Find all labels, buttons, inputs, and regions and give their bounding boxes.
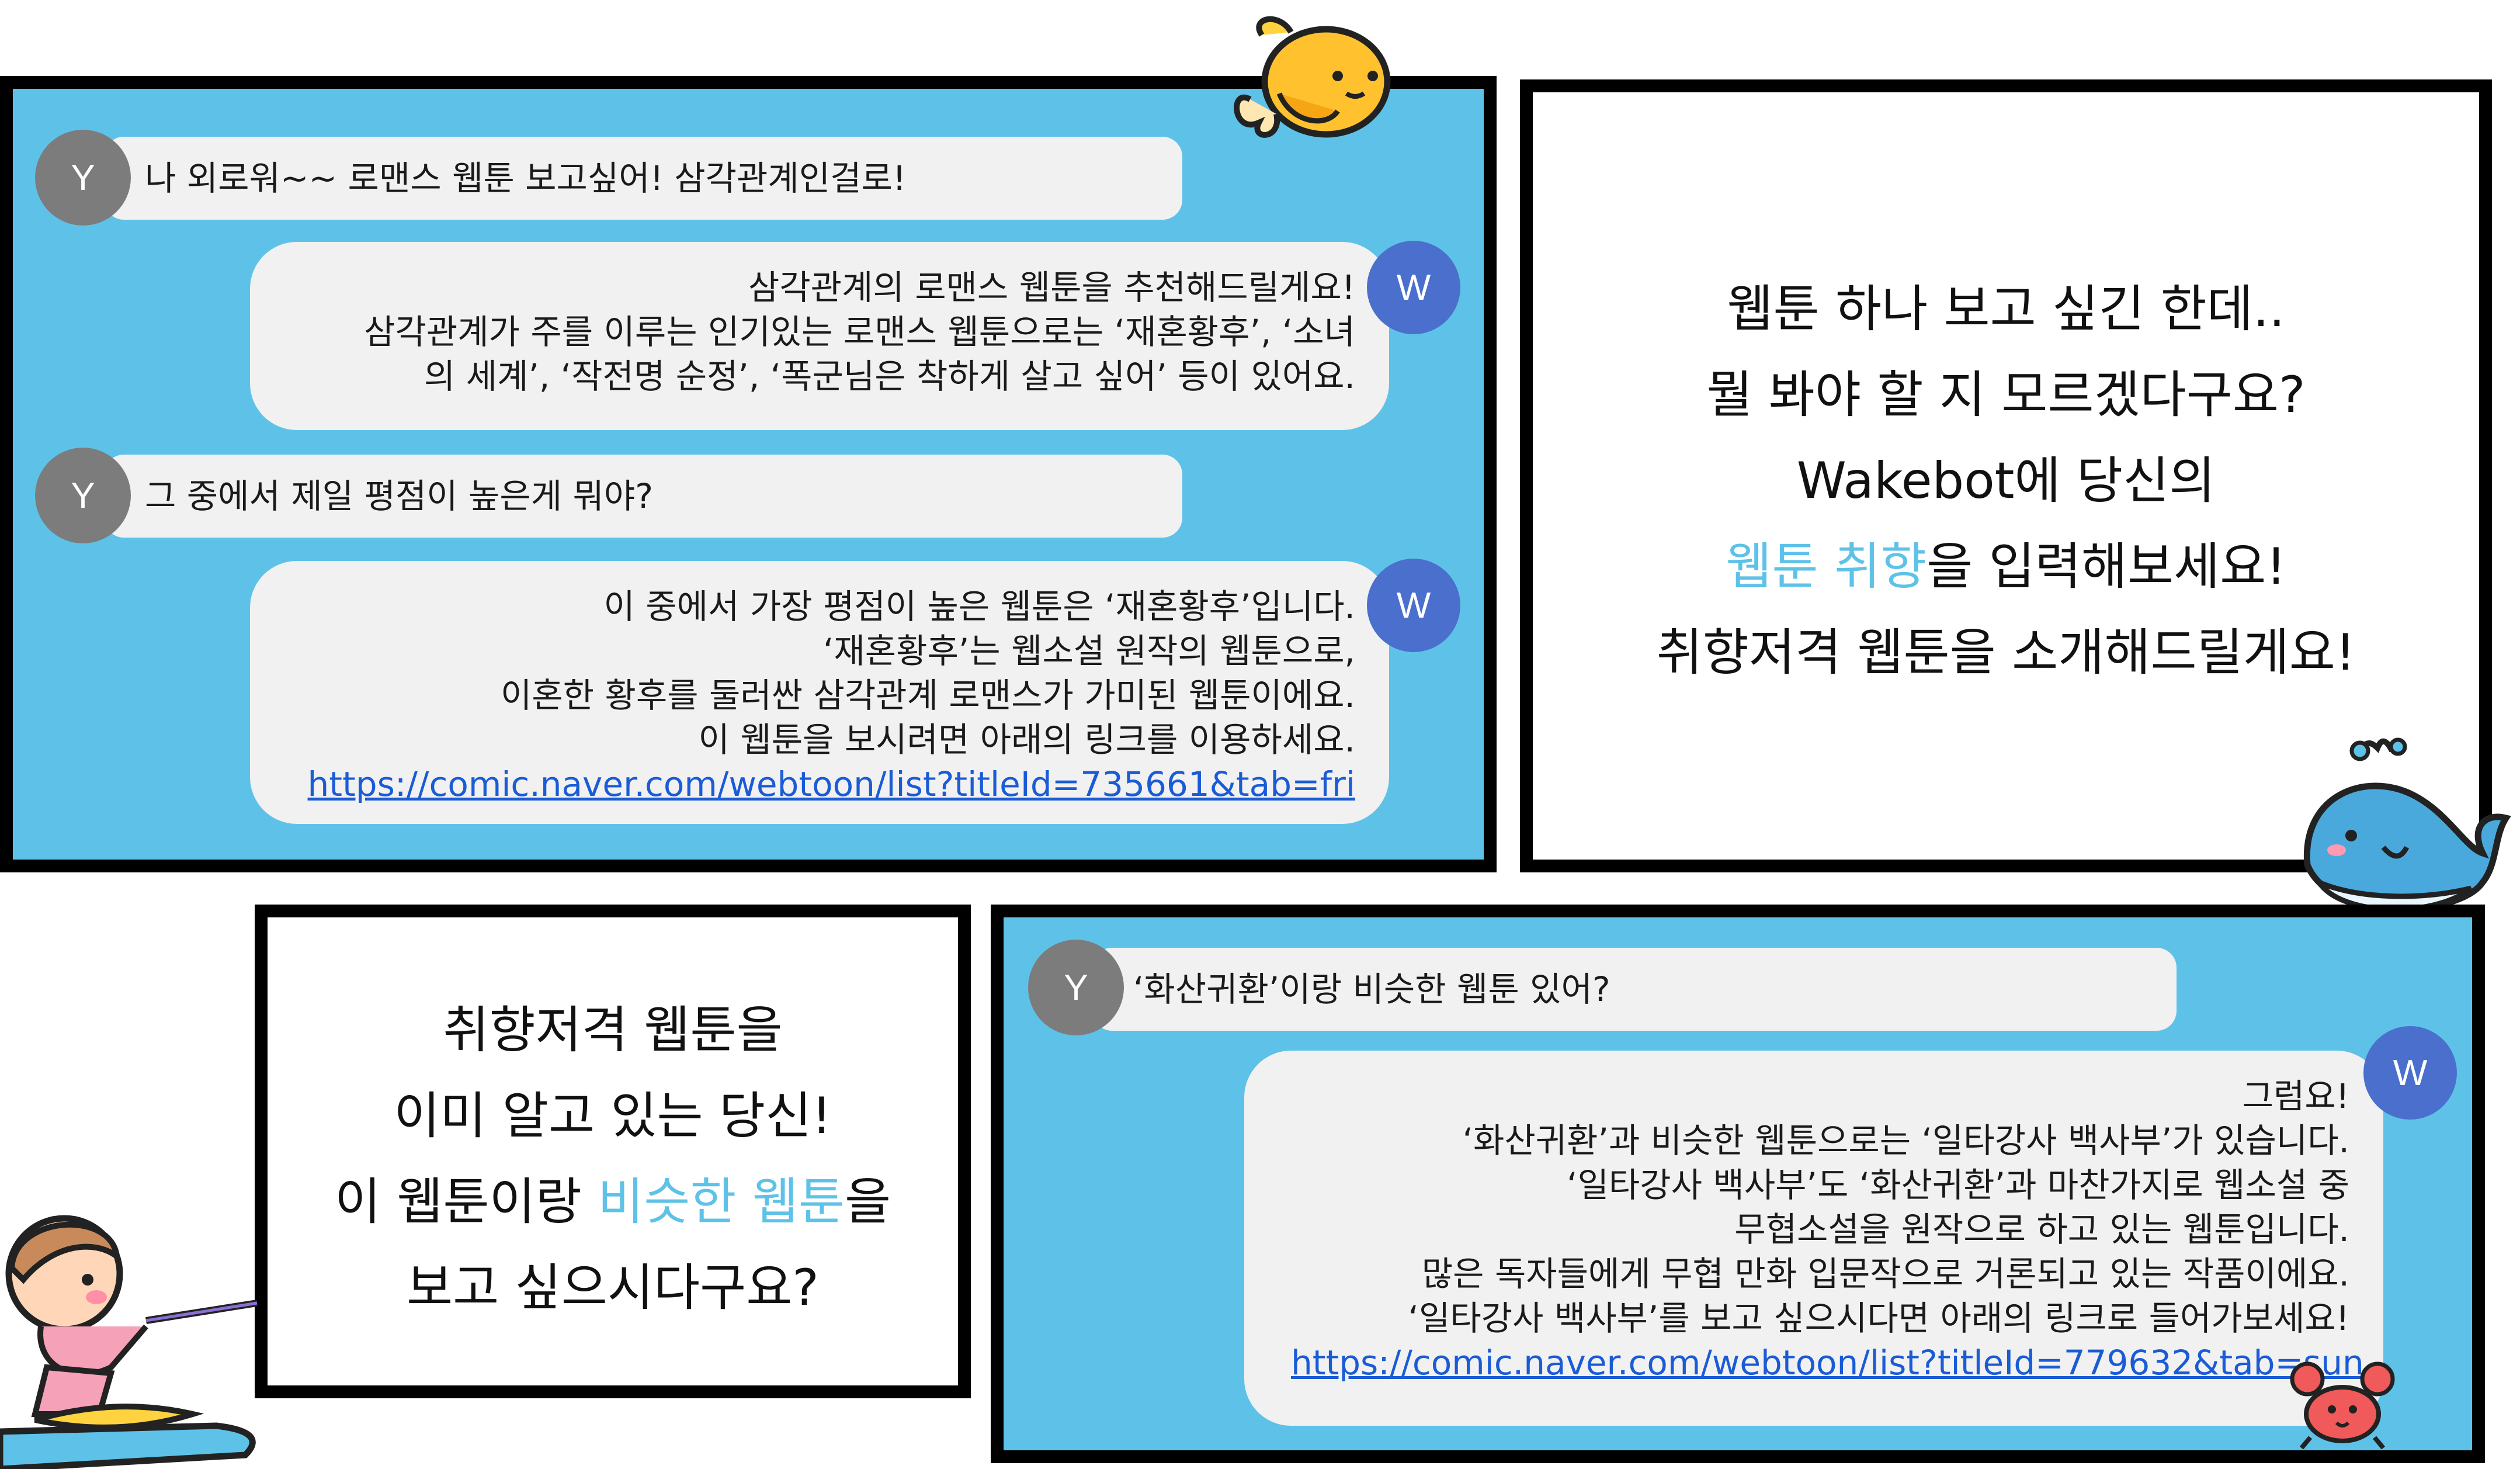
bot-reply-1-line: 삼각관계가 주를 이루는 인기있는 로맨스 웹툰으로는 ‘재혼황후’, ‘소녀 — [364, 312, 1355, 352]
promo-line: 취향저격 웹툰을 — [443, 1001, 783, 1059]
bot-reply-2-line: ‘재혼황후’는 웹소설 원작의 웹툰으로, — [822, 631, 1355, 671]
webtoon-link-2[interactable]: https://comic.naver.com/webtoon/list?tit… — [1291, 1340, 2364, 1385]
crab-sticker — [2290, 1361, 2395, 1449]
bot-avatar: W — [2363, 1026, 2457, 1120]
bot-avatar: W — [1367, 241, 1460, 334]
webtoon-link-1[interactable]: https://comic.naver.com/webtoon/list?tit… — [297, 762, 1355, 806]
bot-reply-3-line: ‘일타강사 백사부’도 ‘화산귀환’과 마찬가지로 웹소설 중 — [1567, 1165, 2349, 1205]
bot-reply-1: 삼각관계의 로맨스 웹툰을 추천해드릴게요! 삼각관계가 주를 이루는 인기있는… — [250, 242, 1389, 430]
bot-reply-3-line: 많은 독자들에게 무협 만화 입문작으로 거론되고 있는 작품이에요. — [1421, 1254, 2349, 1294]
bot-reply-3-line: 무협소설을 원작으로 하고 있는 웹툰입니다. — [1734, 1210, 2349, 1249]
promo-line: 뭘 봐야 할 지 모르겠다구요? — [1706, 366, 2306, 424]
bot-reply-2-line: 이혼한 황후를 둘러싼 삼각관계 로맨스가 가미된 웹툰이에요. — [500, 675, 1355, 715]
promo-highlight: 웹툰 취향 — [1726, 538, 1927, 596]
promo-line: 이 웹툰이랑 비슷한 웹툰을 — [268, 1159, 958, 1245]
promo-line-rest: 을 입력해보세요! — [1927, 538, 2286, 596]
promo-line: 이미 알고 있는 당신! — [394, 1087, 832, 1145]
user-message-2-text: 그 중에서 제일 평점이 높은게 뭐야? — [145, 476, 654, 516]
promo-line: Wakebot에 당신의 — [1796, 452, 2216, 510]
user-message-3: ‘화산귀환’이랑 비슷한 웹툰 있어? — [1092, 948, 2177, 1031]
promo-line: 보고 싶으시다구요? — [407, 1259, 819, 1317]
user-avatar: Y — [35, 130, 131, 226]
bot-avatar: W — [1367, 559, 1460, 652]
bot-reply-3-line: 그럼요! — [2242, 1076, 2349, 1116]
promo-line-post: 을 — [845, 1173, 891, 1231]
promo-line: 취향저격 웹툰을 소개해드릴게요! — [1656, 623, 2356, 682]
bot-reply-1-line: 삼각관계의 로맨스 웹툰을 추천해드릴게요! — [748, 268, 1355, 307]
water-skier-sticker — [0, 1215, 258, 1469]
bot-reply-2: 이 중에서 가장 평점이 높은 웹툰은 ‘재혼황후’입니다. ‘재혼황후’는 웹… — [250, 561, 1389, 824]
promo-line: 웹툰 취향을 입력해보세요! — [1533, 524, 2479, 610]
fish-sticker — [1234, 16, 1391, 138]
user-avatar: Y — [35, 448, 131, 543]
promo-highlight: 비슷한 웹툰 — [598, 1173, 845, 1231]
bot-reply-3: 그럼요! ‘화산귀환’과 비슷한 웹툰으로는 ‘일타강사 백사부’가 있습니다.… — [1244, 1051, 2383, 1426]
bot-reply-3-line: ‘화산귀환’과 비슷한 웹툰으로는 ‘일타강사 백사부’가 있습니다. — [1462, 1121, 2349, 1160]
bot-reply-2-line: 이 중에서 가장 평점이 높은 웹툰은 ‘재혼황후’입니다. — [603, 587, 1356, 626]
promo-line: 웹툰 하나 보고 싶긴 한데.. — [1727, 280, 2285, 338]
user-message-3-text: ‘화산귀환’이랑 비슷한 웹툰 있어? — [1133, 969, 1610, 1009]
user-message-2: 그 중에서 제일 평점이 높은게 뭐야? — [104, 455, 1182, 538]
promo-text-bottom: 취향저격 웹툰을 이미 알고 있는 당신! 이 웹툰이랑 비슷한 웹툰을 보고 … — [268, 988, 958, 1331]
user-message-1: 나 외로워~~ 로맨스 웹툰 보고싶어! 삼각관계인걸로! — [104, 137, 1182, 220]
bot-reply-3-line: ‘일타강사 백사부’를 보고 싶으시다면 아래의 링크로 들어가보세요! — [1408, 1298, 2349, 1338]
user-message-1-text: 나 외로워~~ 로맨스 웹툰 보고싶어! 삼각관계인걸로! — [145, 158, 907, 198]
bot-reply-2-line: 이 웹툰을 보시려면 아래의 링크를 이용하세요. — [698, 720, 1355, 760]
promo-line-pre: 이 웹툰이랑 — [334, 1173, 598, 1231]
bot-reply-1-line: 의 세계’, ‘작전명 순정’, ‘폭군님은 착하게 살고 싶어’ 등이 있어요… — [424, 356, 1355, 396]
promo-text-top: 웹툰 하나 보고 싶긴 한데.. 뭘 봐야 할 지 모르겠다구요? Wakebo… — [1533, 266, 2479, 696]
user-avatar: Y — [1028, 940, 1124, 1035]
